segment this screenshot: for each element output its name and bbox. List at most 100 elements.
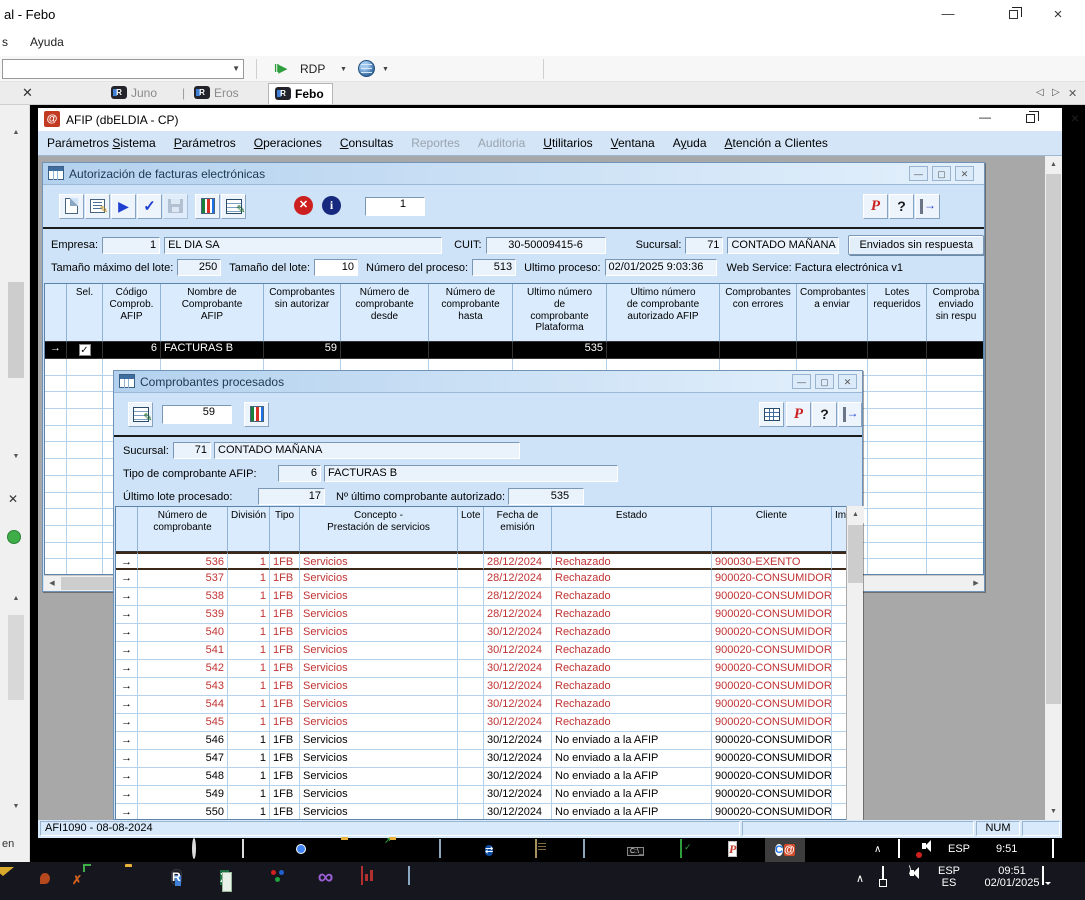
calendar-taskbar-button[interactable] (678, 840, 698, 860)
afip-minimize-button[interactable]: — (968, 110, 1002, 129)
exit-button[interactable] (915, 194, 940, 219)
invoice-row-549[interactable]: →54911FBServicios30/12/2024No enviado a … (116, 786, 846, 804)
maximize-button[interactable]: ▢ (815, 374, 834, 389)
selected-comprobante-row[interactable]: →✓6FACTURAS B59535 (45, 342, 983, 359)
exit-button[interactable] (838, 402, 862, 427)
run-button[interactable]: ▶ (111, 194, 136, 219)
menu-ayuda[interactable]: Ayuda (664, 131, 716, 155)
invoice-row-538[interactable]: →53811FBServicios28/12/2024Rechazado9000… (116, 588, 846, 606)
invoice-row-543[interactable]: →54311FBServicios30/12/2024Rechazado9000… (116, 678, 846, 696)
tab-febo[interactable]: RFebo (268, 83, 333, 104)
tray-expand-icon[interactable]: ∧ (874, 844, 894, 864)
chrome-taskbar-button[interactable] (290, 840, 310, 860)
terminal-taskbar-button[interactable]: C:\_ (626, 840, 646, 860)
tam-lote-field[interactable]: 10 (314, 259, 358, 276)
scrollbar-thumb[interactable] (8, 615, 24, 700)
network-tray-icon[interactable] (880, 867, 907, 894)
edit-grid-button[interactable] (128, 402, 153, 427)
scroll-up-icon[interactable]: ▲ (847, 506, 864, 523)
notepad-taskbar-button[interactable] (436, 840, 456, 860)
table-vscrollbar[interactable]: ▲ (846, 506, 863, 820)
paint-taskbar-button[interactable] (266, 867, 293, 894)
volume-tray-icon[interactable]: ⟩ (908, 867, 935, 894)
invoice-row-547[interactable]: →54711FBServicios30/12/2024No enviado a … (116, 750, 846, 768)
invoice-row-545[interactable]: →54511FBServicios30/12/2024Rechazado9000… (116, 714, 846, 732)
start-button[interactable] (140, 840, 160, 860)
rdp-protocol-label[interactable]: RDP (300, 62, 325, 76)
invoice-row-541[interactable]: →54111FBServicios30/12/2024Rechazado9000… (116, 642, 846, 660)
menu-reportes[interactable]: Reportes (402, 131, 469, 155)
menu-par-metros[interactable]: Parámetros (165, 131, 245, 155)
menu-consultas[interactable]: Consultas (331, 131, 402, 155)
explorer-taskbar-button[interactable] (340, 840, 360, 860)
host-menu-ayuda[interactable]: Ayuda (30, 35, 64, 49)
tab-scroll-left-icon[interactable]: ◁ (1036, 87, 1044, 98)
sucursal-name-field[interactable]: CONTADO MAÑANA (214, 442, 520, 459)
table-view-button[interactable] (759, 402, 784, 427)
explorer-taskbar-button[interactable] (124, 867, 151, 894)
info-button[interactable]: i (319, 194, 344, 219)
host-language-indicator[interactable]: ESPES (932, 865, 966, 889)
row-checkbox[interactable]: ✓ (79, 344, 91, 356)
scroll-down-icon[interactable]: ▼ (8, 450, 24, 464)
help-button[interactable]: ? (889, 194, 914, 219)
empresa-name-field[interactable]: EL DIA SA (164, 237, 442, 254)
tam-max-field[interactable]: 250 (177, 259, 221, 276)
lote-field[interactable]: 17 (258, 488, 325, 505)
help-button[interactable]: ? (812, 402, 837, 427)
combobox-arrow-icon[interactable]: ▼ (232, 64, 240, 73)
close-button[interactable]: ✕ (838, 374, 857, 389)
scroll-right-icon[interactable]: ▶ (968, 576, 984, 591)
invoice-row-542[interactable]: →54211FBServicios30/12/2024Rechazado9000… (116, 660, 846, 678)
print-button[interactable]: P (863, 194, 888, 219)
visualstudio-taskbar-button[interactable]: ∞ (312, 864, 339, 891)
mail-taskbar-button[interactable] (0, 867, 19, 894)
invoice-row-546[interactable]: →54611FBServicios30/12/2024No enviado a … (116, 732, 846, 750)
confirm-button[interactable]: ✓ (137, 194, 162, 219)
search-button[interactable] (190, 840, 210, 860)
minimize-button[interactable]: — (792, 374, 811, 389)
properties-button[interactable] (85, 194, 110, 219)
save-button[interactable] (163, 194, 188, 219)
host-menu-cut-item[interactable]: s (2, 35, 8, 49)
edit-grid-button[interactable] (221, 194, 246, 219)
scrollbar-thumb[interactable] (8, 282, 24, 378)
print-button[interactable]: P (786, 402, 811, 427)
sucursal-code-field[interactable]: 71 (685, 237, 723, 254)
task-view-button[interactable] (240, 840, 260, 860)
scroll-left-icon[interactable]: ◀ (44, 576, 60, 591)
menu-ventana[interactable]: Ventana (602, 131, 664, 155)
minimize-button[interactable]: — (909, 166, 928, 181)
tab-close-icon[interactable]: ✕ (1068, 87, 1077, 100)
invoice-row-539[interactable]: →53911FBServicios28/12/2024Rechazado9000… (116, 606, 846, 624)
report-taskbar-button[interactable] (358, 867, 385, 894)
afip-close-button[interactable]: × (1058, 110, 1085, 129)
connection-combobox[interactable]: ▼ (2, 59, 244, 79)
invoice-row-537[interactable]: →53711FBServicios28/12/2024Rechazado9000… (116, 570, 846, 588)
firefox-taskbar-button[interactable] (32, 867, 59, 894)
record-counter-field[interactable]: 59 (162, 405, 232, 424)
rdp-dropdown-icon[interactable]: ▼ (340, 66, 347, 73)
invoice-row-550[interactable]: →55011FBServicios30/12/2024No enviado a … (116, 804, 846, 820)
help-book-button[interactable] (532, 840, 552, 860)
menu-auditoria[interactable]: Auditoria (469, 131, 534, 155)
powerbuilder-taskbar-button[interactable]: P (726, 840, 746, 860)
columns-button[interactable] (195, 194, 220, 219)
menu-par-metros-sistema[interactable]: Parámetros Sistema (38, 131, 165, 155)
globe-icon[interactable] (358, 60, 375, 77)
cuit-field[interactable]: 30-50009415-6 (486, 237, 606, 254)
autorizado-field[interactable]: 535 (508, 488, 584, 505)
host-minimize-button[interactable]: — (933, 6, 963, 24)
tipo-name-field[interactable]: FACTURAS B (324, 465, 618, 482)
vscrollbar-thumb[interactable] (848, 525, 863, 583)
menu-operaciones[interactable]: Operaciones (245, 131, 331, 155)
shortcut-folder-button[interactable] (388, 840, 408, 860)
invoice-row-544[interactable]: →54411FBServicios30/12/2024Rechazado9000… (116, 696, 846, 714)
vscrollbar-thumb[interactable] (1046, 174, 1061, 704)
invoice-row-540[interactable]: →54011FBServicios30/12/2024Rechazado9000… (116, 624, 846, 642)
host-maximize-button[interactable] (998, 6, 1028, 24)
tab-scroll-right-icon[interactable]: ▷ (1052, 87, 1060, 98)
db-tools-taskbar-button[interactable] (78, 867, 105, 894)
remote-language-indicator[interactable]: ESP (948, 843, 970, 855)
mdi-vscrollbar[interactable]: ▲ ▼ (1045, 156, 1062, 820)
